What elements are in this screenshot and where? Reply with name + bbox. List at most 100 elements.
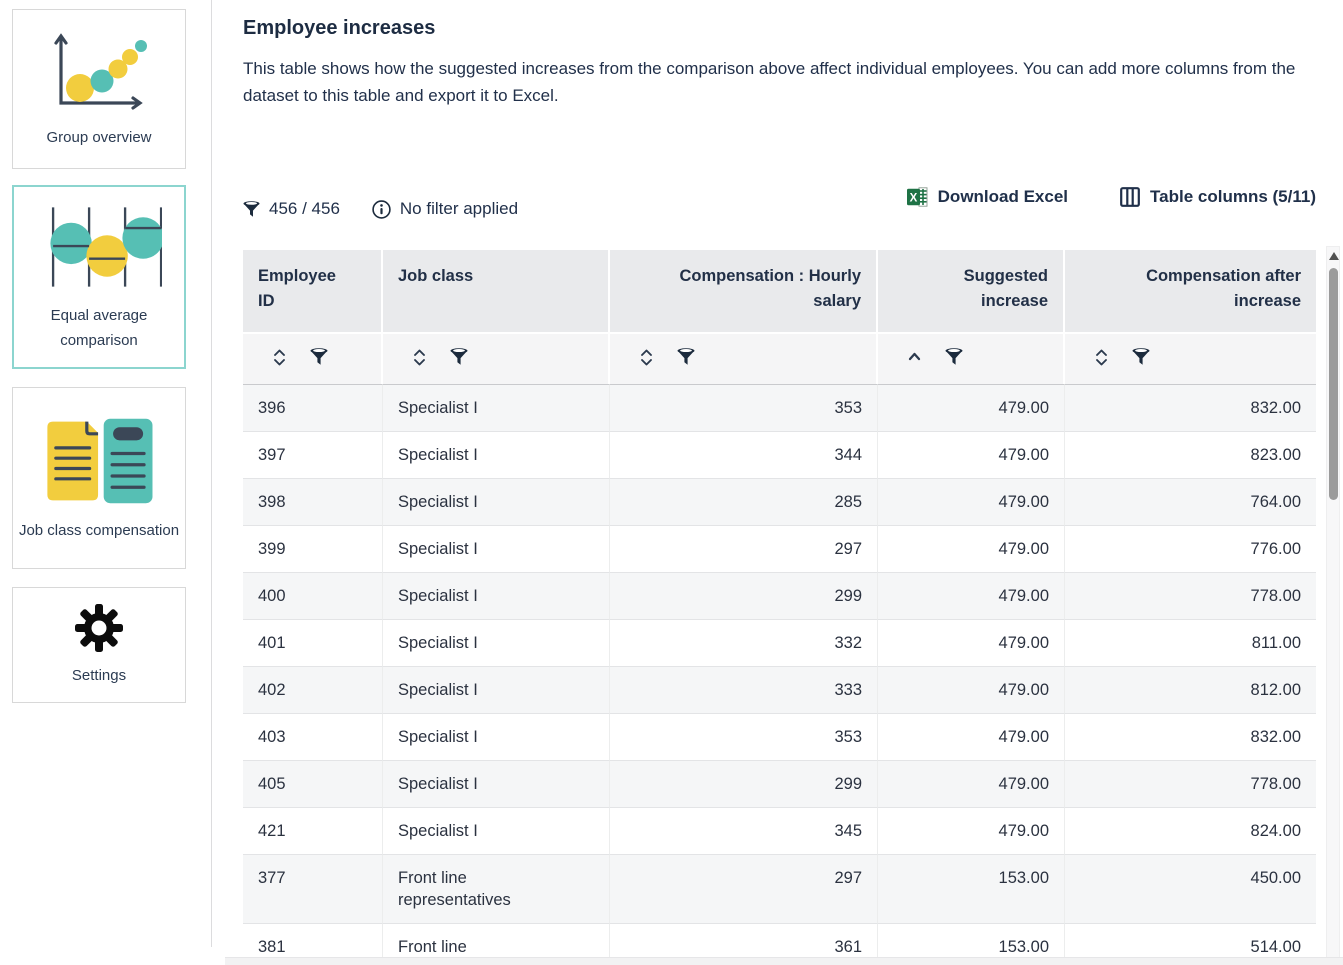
sidebar-item-group-overview[interactable]: Group overview <box>12 9 186 169</box>
filter-status-text: No filter applied <box>400 199 518 219</box>
employee-increases-table: Employee ID Job class Compensation : Hourl… <box>243 250 1316 965</box>
column-header-label: Employee ID <box>258 264 350 314</box>
table-cell: 400 <box>243 573 383 620</box>
boxplot-comparison-icon <box>36 201 162 293</box>
vertical-scrollbar[interactable] <box>1326 246 1340 965</box>
table-cell: Specialist I <box>383 479 610 526</box>
column-header-label: Compensation : Hourly salary <box>656 264 861 314</box>
table-cell: 479.00 <box>878 432 1065 479</box>
table-cell: 479.00 <box>878 526 1065 573</box>
table-cell: 832.00 <box>1065 384 1316 432</box>
table-cell: 479.00 <box>878 808 1065 855</box>
column-filter-funnel-icon[interactable] <box>677 348 695 369</box>
funnel-icon <box>243 201 260 218</box>
filter-cell-compensation-after-increase <box>1065 332 1316 384</box>
column-header-employee-id[interactable]: Employee ID <box>243 250 383 332</box>
table-cell: Specialist I <box>383 620 610 667</box>
table-cell: 377 <box>243 855 383 924</box>
filter-count: 456 / 456 <box>269 199 340 219</box>
sidebar: Group overview <box>0 0 211 947</box>
sort-ascending-icon[interactable] <box>908 349 921 369</box>
filter-cell-job-class <box>383 332 610 384</box>
scrollbar-thumb[interactable] <box>1329 268 1338 500</box>
sidebar-item-label: Equal average comparison <box>14 303 184 353</box>
sidebar-item-label: Group overview <box>46 125 151 150</box>
sidebar-item-job-class-compensation[interactable]: Job class compensation <box>12 387 186 569</box>
column-filter-funnel-icon[interactable] <box>945 348 963 369</box>
table-cell: 297 <box>610 855 878 924</box>
column-filter-funnel-icon[interactable] <box>450 348 468 369</box>
column-header-label: Compensation after increase <box>1123 264 1301 314</box>
documents-icon <box>38 414 160 508</box>
table-cell: Front line representatives <box>383 855 610 924</box>
table-row: 377Front line representatives297153.0045… <box>243 855 1316 924</box>
table-cell: 403 <box>243 714 383 761</box>
filter-cell-compensation-hourly-salary <box>610 332 878 384</box>
table-header-row: Employee ID Job class Compensation : Hourl… <box>243 250 1316 332</box>
info-icon <box>372 200 391 219</box>
filter-cell-employee-id <box>243 332 383 384</box>
table-columns-label: Table columns (5/11) <box>1150 187 1316 207</box>
table-cell: 479.00 <box>878 573 1065 620</box>
table-cell: 479.00 <box>878 667 1065 714</box>
table-cell: 479.00 <box>878 714 1065 761</box>
table-cell: 405 <box>243 761 383 808</box>
table-cell: 285 <box>610 479 878 526</box>
sort-toggle-icon[interactable] <box>640 349 653 369</box>
sidebar-item-settings[interactable]: Settings <box>12 587 186 703</box>
employee-table-container: Employee ID Job class Compensation : Hourl… <box>243 250 1316 965</box>
main-content: Employee increases This table shows how … <box>243 0 1343 965</box>
table-cell: 778.00 <box>1065 761 1316 808</box>
scatter-chart-icon <box>49 29 149 115</box>
column-header-label: Job class <box>398 264 473 289</box>
download-excel-button[interactable]: X Download Excel <box>907 187 1068 207</box>
toolbar-buttons: X Download Excel Table columns (5/11) <box>907 187 1316 207</box>
table-row: 396Specialist I353479.00832.00 <box>243 384 1316 432</box>
column-header-job-class[interactable]: Job class <box>383 250 610 332</box>
table-cell: 398 <box>243 479 383 526</box>
table-cell: 353 <box>610 384 878 432</box>
table-cell: 450.00 <box>1065 855 1316 924</box>
table-cell: 396 <box>243 384 383 432</box>
table-cell: 299 <box>610 761 878 808</box>
table-cell: 397 <box>243 432 383 479</box>
column-filter-funnel-icon[interactable] <box>310 348 328 369</box>
table-columns-button[interactable]: Table columns (5/11) <box>1120 187 1316 207</box>
table-filter-row <box>243 332 1316 384</box>
table-cell: 479.00 <box>878 384 1065 432</box>
column-header-compensation-after-increase[interactable]: Compensation after increase <box>1065 250 1316 332</box>
filter-cell-suggested-increase <box>878 332 1065 384</box>
column-header-label: Suggested increase <box>926 264 1048 314</box>
sidebar-item-label: Settings <box>72 663 126 688</box>
table-cell: Specialist I <box>383 667 610 714</box>
table-cell: Specialist I <box>383 526 610 573</box>
table-row: 421Specialist I345479.00824.00 <box>243 808 1316 855</box>
table-cell: Specialist I <box>383 761 610 808</box>
table-cell: 812.00 <box>1065 667 1316 714</box>
table-cell: 421 <box>243 808 383 855</box>
sidebar-divider <box>211 0 212 947</box>
horizontal-scrollbar[interactable] <box>225 957 1343 965</box>
column-header-compensation-hourly-salary[interactable]: Compensation : Hourly salary <box>610 250 878 332</box>
column-header-suggested-increase[interactable]: Suggested increase <box>878 250 1065 332</box>
table-cell: 353 <box>610 714 878 761</box>
table-cell: 401 <box>243 620 383 667</box>
excel-icon: X <box>907 187 928 207</box>
scrollbar-up-arrow[interactable] <box>1329 252 1339 260</box>
table-cell: Specialist I <box>383 384 610 432</box>
column-filter-funnel-icon[interactable] <box>1132 348 1150 369</box>
sort-toggle-icon[interactable] <box>1095 349 1108 369</box>
table-cell: 778.00 <box>1065 573 1316 620</box>
table-cell: 823.00 <box>1065 432 1316 479</box>
table-cell: 402 <box>243 667 383 714</box>
table-row: 397Specialist I344479.00823.00 <box>243 432 1316 479</box>
table-cell: 479.00 <box>878 761 1065 808</box>
page-title: Employee increases <box>243 17 1343 40</box>
sort-toggle-icon[interactable] <box>273 349 286 369</box>
table-row: 405Specialist I299479.00778.00 <box>243 761 1316 808</box>
sidebar-item-equal-average-comparison[interactable]: Equal average comparison <box>12 185 186 369</box>
sort-toggle-icon[interactable] <box>413 349 426 369</box>
table-cell: 824.00 <box>1065 808 1316 855</box>
gear-icon <box>74 603 124 653</box>
table-row: 399Specialist I297479.00776.00 <box>243 526 1316 573</box>
